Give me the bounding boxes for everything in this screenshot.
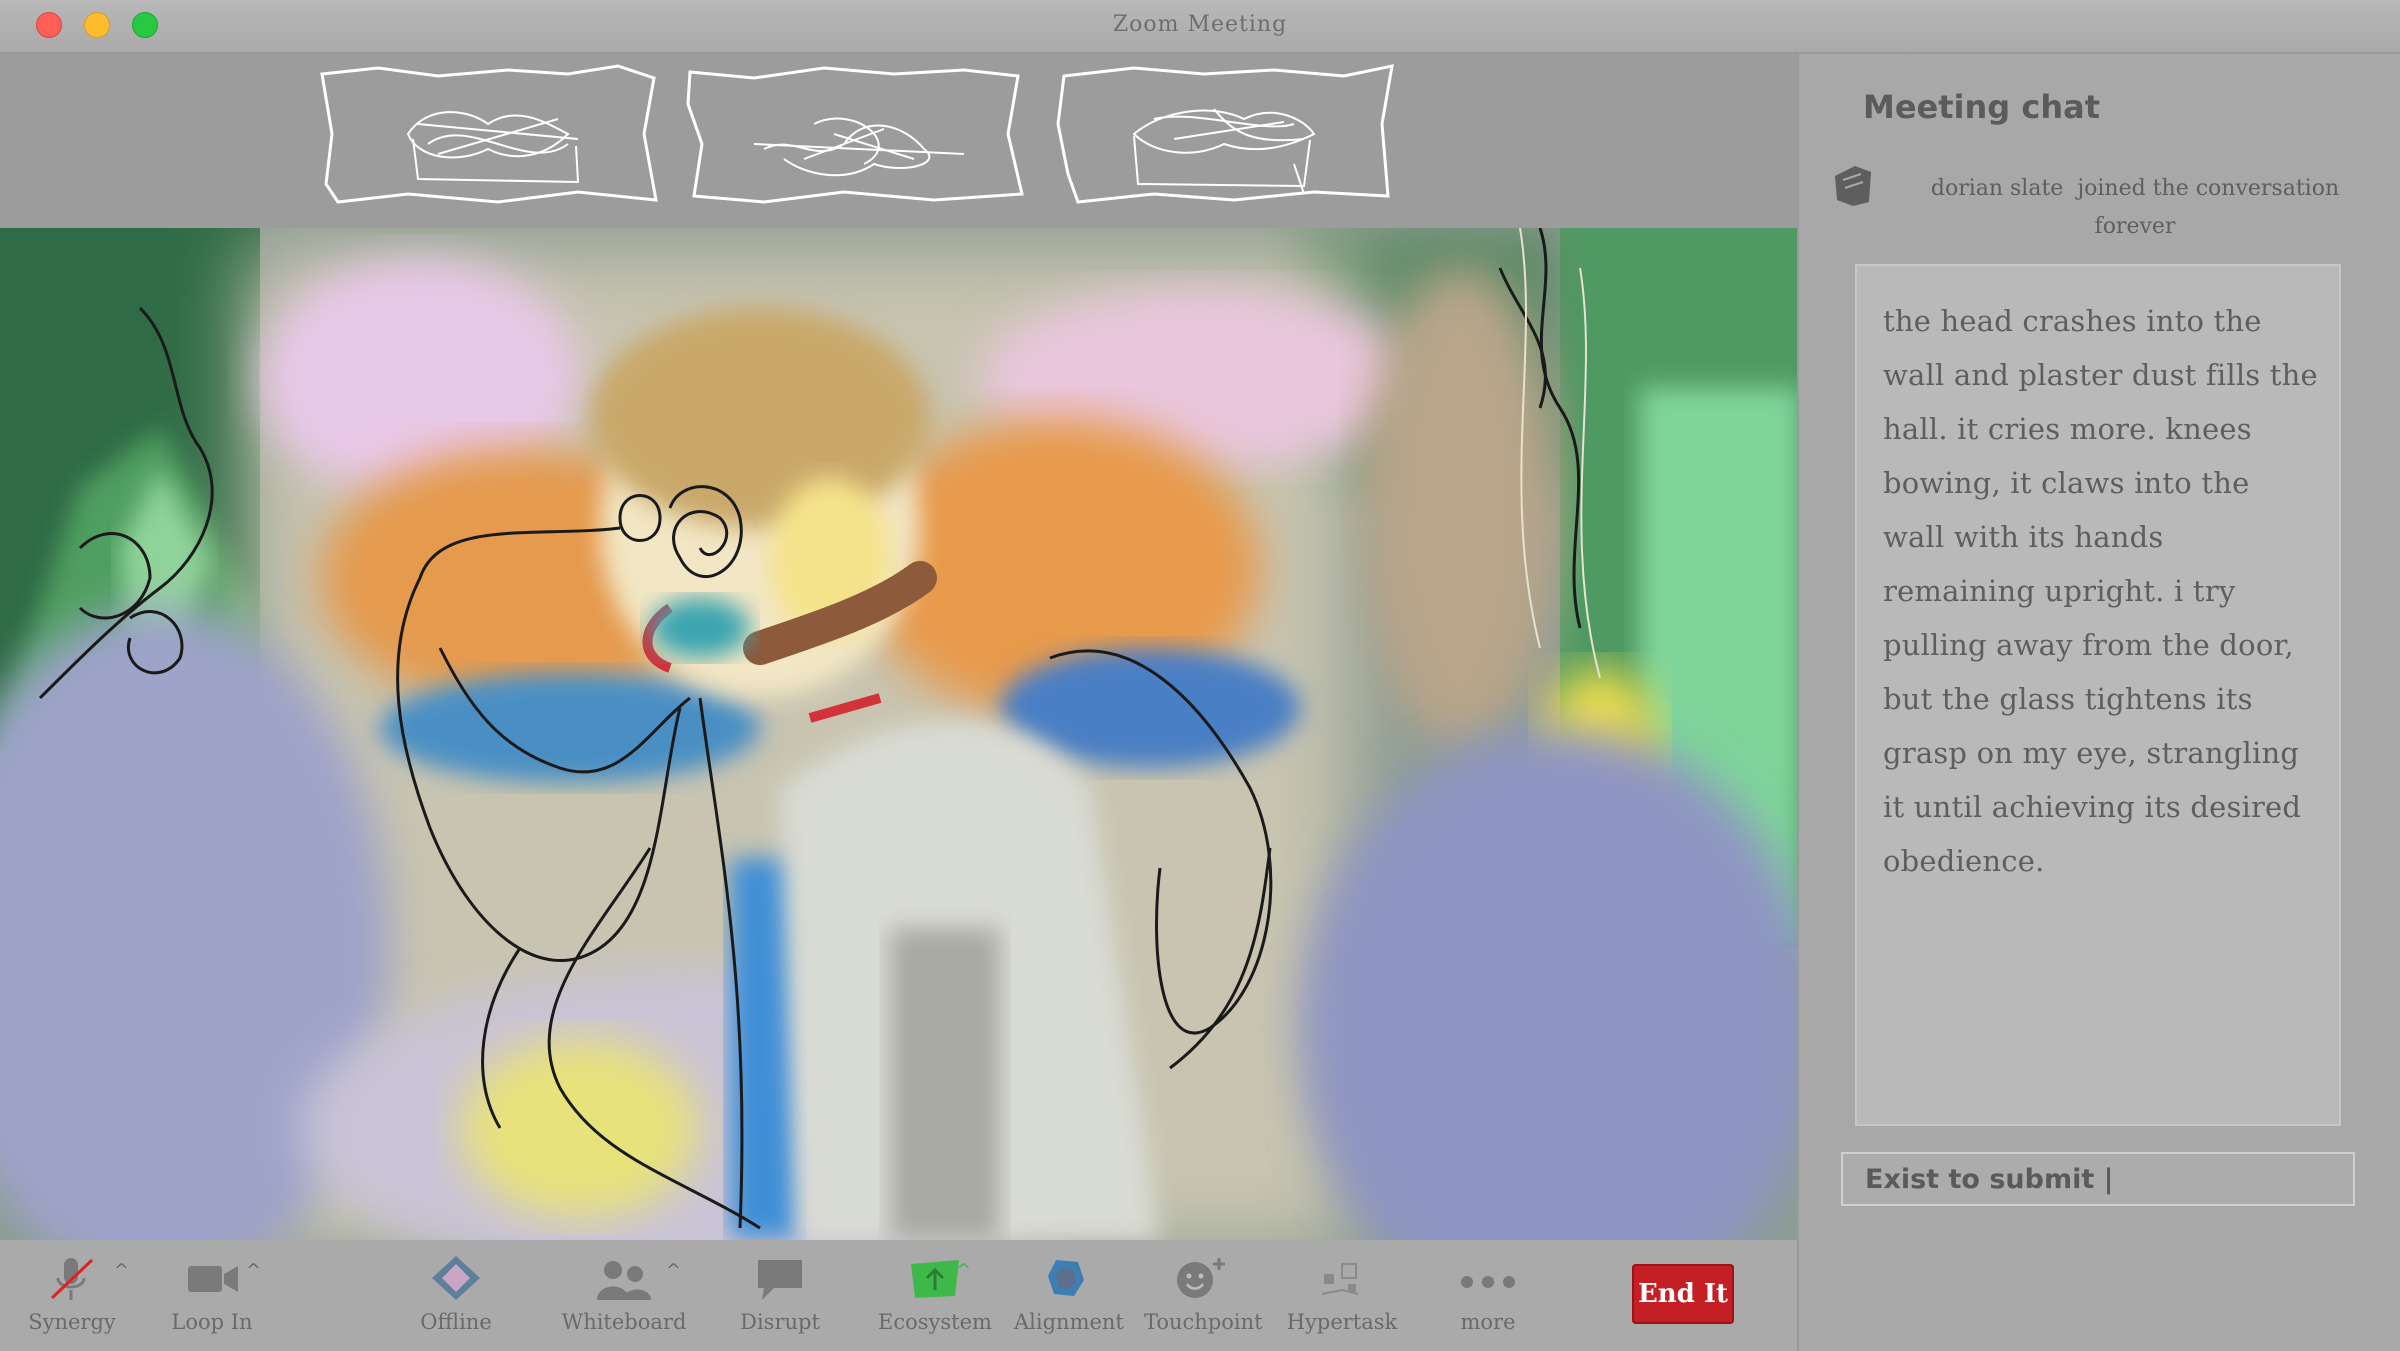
chat-title: Meeting chat: [1863, 88, 2100, 126]
alignment-label: Alignment: [1014, 1310, 1124, 1334]
loop-in-options-caret[interactable]: ^: [246, 1260, 261, 1281]
participant-thumbnail-2[interactable]: [684, 64, 1024, 204]
hypertask-button[interactable]: Hypertask: [1280, 1254, 1404, 1344]
participant-thumbnail-1[interactable]: [318, 64, 658, 204]
whiteboard-label: Whiteboard: [561, 1310, 687, 1334]
chat-bubble-icon: [758, 1260, 802, 1300]
end-meeting-button[interactable]: End It: [1632, 1264, 1734, 1324]
apps-icon: [1321, 1263, 1359, 1295]
title-bar: Zoom Meeting: [0, 0, 2400, 54]
ecosystem-options-caret[interactable]: ^: [956, 1260, 971, 1281]
message-box: the head crashes into the wall and plast…: [1855, 264, 2341, 1126]
chat-message-text: the head crashes into the wall and plast…: [1883, 304, 2318, 878]
synergy-button[interactable]: Synergy: [20, 1254, 124, 1344]
offline-label: Offline: [420, 1310, 492, 1334]
more-label: more: [1460, 1310, 1516, 1334]
offline-button[interactable]: Offline: [406, 1254, 506, 1344]
chat-input-field[interactable]: Exist to submit |: [1841, 1152, 2355, 1206]
more-button[interactable]: more: [1436, 1254, 1540, 1344]
painted-speaker-video: [0, 228, 1797, 1240]
window-title: Zoom Meeting: [1112, 12, 1288, 37]
loop-in-label: Loop In: [171, 1310, 253, 1334]
join-notice-text: joined the conversation forever: [2077, 176, 2340, 239]
participant-avatar-icon: [1835, 166, 1871, 206]
reactions-icon: [1177, 1258, 1225, 1298]
video-camera-icon: [188, 1266, 238, 1292]
alignment-button[interactable]: Alignment: [1014, 1254, 1124, 1344]
microphone-muted-icon: [50, 1258, 94, 1300]
whiteboard-options-caret[interactable]: ^: [666, 1260, 681, 1281]
hypertask-label: Hypertask: [1286, 1310, 1398, 1334]
join-user-name: dorian slate: [1930, 176, 2064, 201]
ecosystem-button[interactable]: Ecosystem: [876, 1254, 994, 1344]
join-notice: dorian slate joined the conversation for…: [1895, 170, 2375, 246]
record-icon: [1048, 1260, 1084, 1296]
participant-thumbnail-3[interactable]: [1054, 64, 1394, 204]
chat-panel: Meeting chat dorian slate joined the con…: [1797, 54, 2400, 1351]
diamond-icon: [432, 1256, 480, 1300]
participants-icon: [597, 1261, 651, 1300]
participant-thumbnail-strip: [0, 54, 1797, 230]
ecosystem-label: Ecosystem: [878, 1310, 992, 1334]
disrupt-label: Disrupt: [740, 1310, 820, 1334]
disrupt-button[interactable]: Disrupt: [728, 1254, 832, 1344]
synergy-options-caret[interactable]: ^: [114, 1260, 129, 1281]
meeting-toolbar: Synergy ^ Loop In ^ Offline Whiteboard ^…: [0, 1240, 1797, 1351]
more-icon: [1461, 1276, 1515, 1288]
synergy-label: Synergy: [28, 1310, 116, 1334]
touchpoint-label: Touchpoint: [1144, 1310, 1263, 1334]
touchpoint-button[interactable]: Touchpoint: [1144, 1254, 1263, 1344]
main-video-feed: [0, 228, 1797, 1240]
